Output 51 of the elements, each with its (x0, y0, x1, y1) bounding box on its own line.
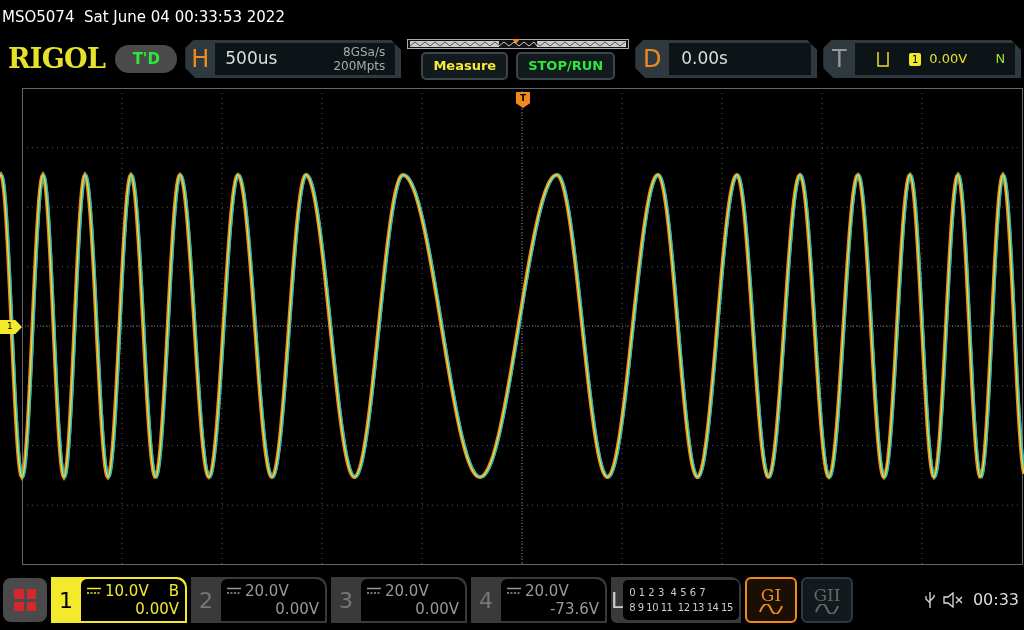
horizontal-letter: H (190, 44, 211, 75)
logic-letter: L (611, 586, 624, 615)
channel-scale: 20.0V (245, 582, 289, 600)
delay-value: 0.00s (681, 47, 728, 71)
trigger-panel[interactable]: T 1 0.00V N (823, 40, 1022, 78)
channel-number: 1 (58, 586, 74, 615)
channel-panel[interactable]: 2 20.0V 0.00V (191, 577, 327, 623)
generator-button[interactable]: GI (745, 577, 797, 623)
trigger-letter: T (830, 44, 848, 75)
trigger-mode: N (995, 50, 1006, 69)
header-title: MSO5074 Sat June 04 00:33:53 2022 (2, 6, 285, 28)
logic-channels-row-text: 8 9 10 11 12 13 14 15 (629, 601, 733, 615)
dc-coupling-icon (507, 587, 521, 595)
bandwidth-limit-indicator: B (168, 582, 179, 600)
channel-panel[interactable]: 4 20.0V -73.6V (471, 577, 607, 623)
delay-letter: D (642, 44, 663, 75)
dc-coupling-icon (367, 587, 381, 595)
clock-time: 00:33 (972, 589, 1019, 611)
delay-panel[interactable]: D 0.00s (635, 40, 818, 78)
channel-number: 4 (478, 586, 494, 615)
apps-menu-button[interactable] (3, 578, 47, 622)
channel-number: 3 (338, 586, 354, 615)
channel-offset: 0.00V (415, 600, 459, 618)
timebase-value: 500us (225, 47, 278, 71)
sine-wave-icon (759, 604, 783, 614)
channel-scale: 20.0V (385, 582, 429, 600)
trigger-position-marker[interactable]: T (516, 92, 530, 108)
brand-logo: RIGOL (8, 41, 106, 76)
memory-depth: 200Mpts (333, 59, 386, 73)
sine-wave-icon (815, 604, 839, 614)
dc-coupling-icon (227, 587, 241, 595)
channel-offset: -73.6V (549, 600, 599, 618)
channel-offset: 0.00V (135, 600, 179, 618)
channel-offset: 0.00V (275, 600, 319, 618)
channel-number: 2 (198, 586, 214, 615)
channel-scale: 20.0V (525, 582, 569, 600)
channel-panel[interactable]: 1 10.0V B 0.00V (51, 577, 187, 623)
mode-badge[interactable]: T'D (115, 45, 178, 73)
usb-icon (924, 591, 935, 609)
measure-button[interactable]: Measure (421, 51, 509, 80)
stop-run-button[interactable]: STOP/RUN (516, 51, 616, 80)
channel-panel[interactable]: 3 20.0V 0.00V (331, 577, 467, 623)
trigger-level: 0.00V (929, 50, 968, 69)
channel-1-marker[interactable]: 1 (0, 320, 22, 334)
logic-channels-row-text: 0 1 2 3 4 5 6 7 (629, 586, 707, 600)
speaker-muted-icon (942, 592, 965, 608)
horizontal-panel[interactable]: H 500us 8GSa/s 200Mpts (185, 40, 402, 78)
channel-scale: 10.0V (105, 582, 149, 600)
sample-rate: 8GSa/s (343, 45, 386, 59)
trigger-source-badge: 1 (909, 52, 922, 66)
dc-coupling-icon (87, 587, 101, 595)
